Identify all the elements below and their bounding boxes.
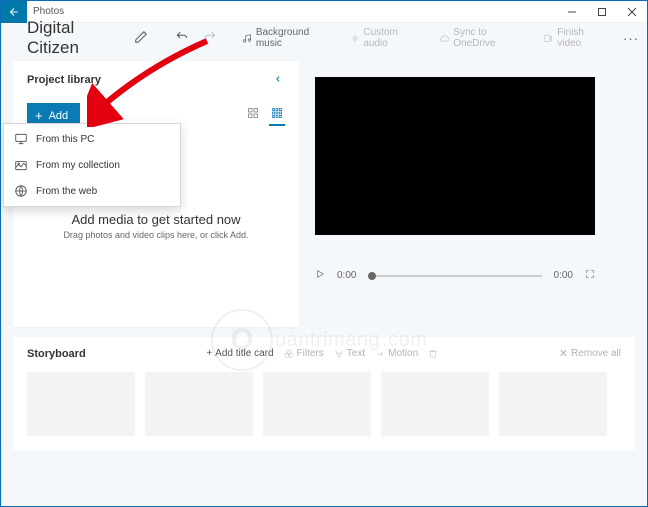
storyboard-slot[interactable] [145, 372, 253, 436]
video-preview[interactable] [315, 77, 595, 235]
app-title: Photos [33, 6, 557, 17]
collection-icon [14, 158, 28, 172]
maximize-button[interactable] [587, 1, 617, 23]
storyboard-title: Storyboard [27, 348, 86, 360]
filters-icon [284, 349, 294, 359]
music-icon [242, 33, 252, 44]
time-total: 0:00 [554, 270, 573, 281]
seek-slider[interactable] [368, 275, 541, 277]
library-empty-subtitle: Drag photos and video clips here, or cli… [27, 230, 285, 240]
from-collection-item[interactable]: From my collection [4, 152, 180, 178]
plus-icon: + [35, 109, 43, 122]
undo-icon[interactable] [172, 27, 192, 50]
remove-all-button: ✕ Remove all [559, 347, 621, 360]
project-title[interactable]: Digital Citizen [27, 18, 121, 58]
audio-icon [350, 33, 360, 44]
finish-video-button[interactable]: Finish video [537, 25, 611, 51]
cloud-icon [439, 33, 450, 44]
collapse-library-button[interactable] [271, 71, 285, 89]
motion-button: Motion [375, 348, 418, 359]
close-icon: ✕ [559, 347, 568, 360]
pc-icon [14, 132, 28, 146]
play-button[interactable] [315, 269, 325, 282]
add-title-card-button[interactable]: + Add title card [206, 348, 273, 359]
more-button[interactable]: ··· [623, 31, 639, 46]
from-this-pc-item[interactable]: From this PC [4, 126, 180, 152]
toolbar: Digital Citizen Background music Custom … [1, 23, 647, 53]
globe-icon [14, 184, 28, 198]
background-music-button[interactable]: Background music [236, 25, 336, 51]
preview-panel: 0:00 0:00 [315, 61, 635, 327]
text-button: Text [334, 348, 365, 359]
sync-onedrive-button[interactable]: Sync to OneDrive [433, 25, 530, 51]
storyboard-slot[interactable] [499, 372, 607, 436]
add-source-menu: From this PC From my collection From the… [3, 123, 181, 207]
text-icon [334, 349, 344, 359]
motion-icon [375, 349, 385, 359]
time-current: 0:00 [337, 270, 356, 281]
storyboard-panel: Storyboard + Add title card Filters Text… [13, 337, 635, 450]
fullscreen-button[interactable] [585, 269, 595, 282]
delete-button [428, 348, 438, 359]
from-web-item[interactable]: From the web [4, 178, 180, 204]
custom-audio-button[interactable]: Custom audio [344, 25, 425, 51]
storyboard-slot[interactable] [381, 372, 489, 436]
view-small-tiles[interactable] [269, 105, 285, 126]
trash-icon [428, 349, 438, 359]
project-library-title: Project library [27, 74, 101, 86]
close-button[interactable] [617, 1, 647, 23]
export-icon [543, 33, 553, 44]
storyboard-slot[interactable] [27, 372, 135, 436]
library-empty-title: Add media to get started now [27, 212, 285, 227]
minimize-button[interactable] [557, 1, 587, 23]
pencil-icon[interactable] [131, 27, 151, 50]
back-button[interactable] [1, 1, 27, 23]
storyboard-slot[interactable] [263, 372, 371, 436]
view-large-tiles[interactable] [245, 105, 261, 126]
filters-button: Filters [284, 348, 324, 359]
plus-icon: + [206, 348, 212, 359]
redo-icon [200, 27, 220, 50]
